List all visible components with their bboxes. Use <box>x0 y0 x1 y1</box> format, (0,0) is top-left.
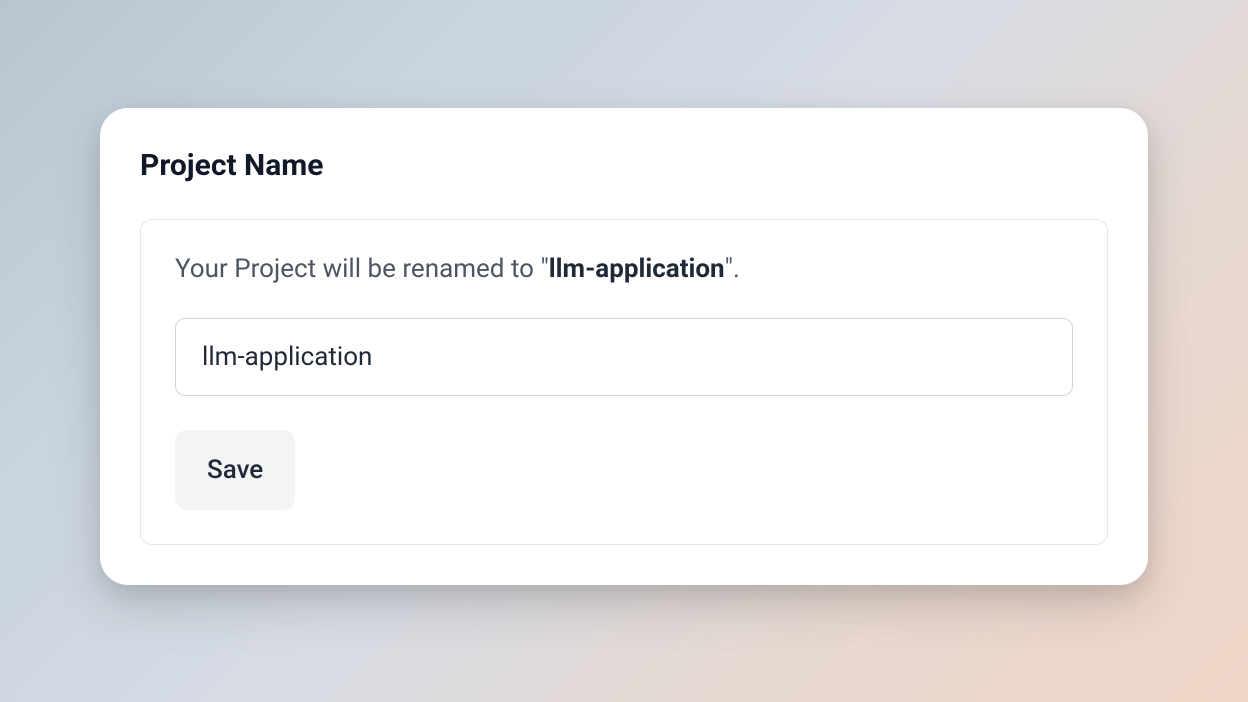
project-name-card: Project Name Your Project will be rename… <box>100 108 1148 585</box>
project-name-input[interactable] <box>175 318 1073 396</box>
rename-preview-text: Your Project will be renamed to "llm-app… <box>175 254 1073 284</box>
preview-value: llm-application <box>549 254 725 284</box>
rename-panel: Your Project will be renamed to "llm-app… <box>140 219 1108 545</box>
card-title: Project Name <box>140 148 1108 183</box>
preview-suffix: ". <box>725 254 740 284</box>
save-button[interactable]: Save <box>175 430 295 510</box>
preview-prefix: Your Project will be renamed to " <box>175 254 549 284</box>
